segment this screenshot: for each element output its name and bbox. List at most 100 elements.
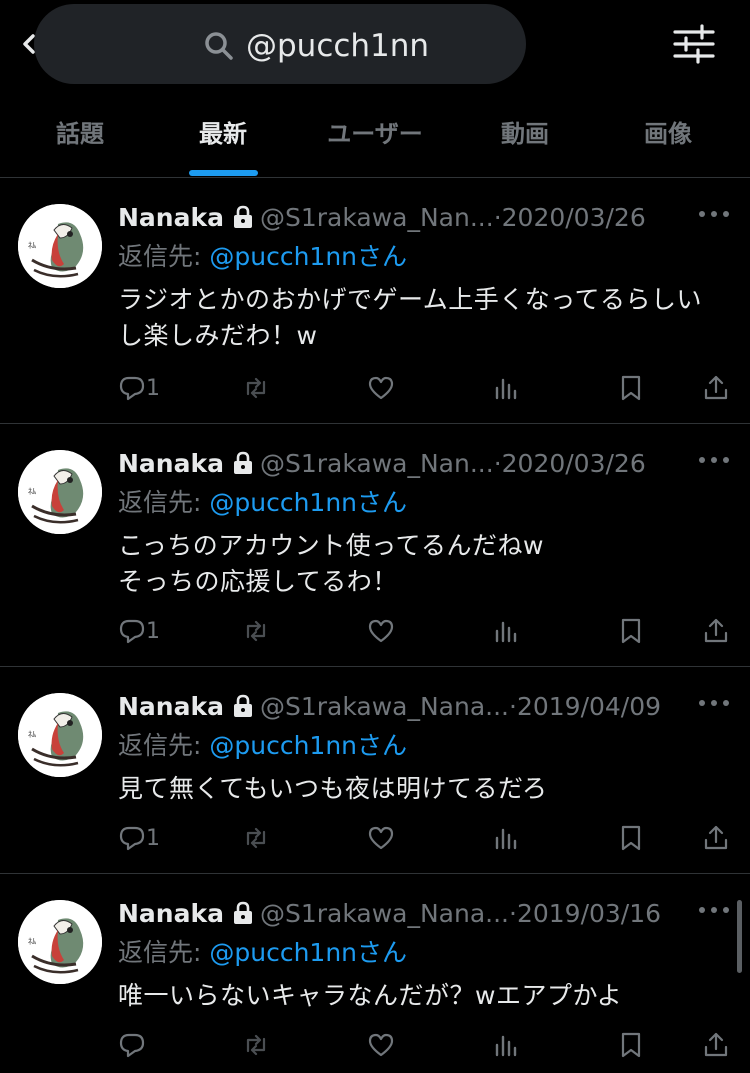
tweet-date[interactable]: 2019/03/16: [517, 899, 661, 928]
views-icon: [495, 828, 517, 850]
more-icon[interactable]: [698, 208, 730, 220]
retweet-button[interactable]: [242, 1027, 270, 1063]
author-handle[interactable]: @S1rakawa_Nan...: [260, 449, 494, 478]
retweet-button[interactable]: [242, 820, 270, 856]
share-button[interactable]: [702, 1027, 730, 1063]
author-name[interactable]: Nanaka: [118, 692, 224, 721]
author-name[interactable]: Nanaka: [118, 899, 224, 928]
author-name[interactable]: Nanaka: [118, 449, 224, 478]
tweet-date[interactable]: 2020/03/26: [502, 449, 646, 478]
author-name[interactable]: Nanaka: [118, 203, 224, 232]
bookmark-icon: [621, 618, 641, 644]
author-handle[interactable]: @S1rakawa_Nana...: [260, 692, 509, 721]
like-button[interactable]: [367, 613, 395, 649]
views-button[interactable]: [492, 370, 520, 406]
more-icon[interactable]: [698, 697, 730, 709]
reply-icon: [119, 376, 145, 401]
more-icon[interactable]: [698, 454, 730, 466]
bookmark-button[interactable]: [617, 370, 645, 406]
reply-mention[interactable]: @pucch1nnさん: [209, 938, 407, 967]
tweet[interactable]: ﾈﾑ Nanaka @S1rakawa_Nana...·2019/03/16 返信…: [0, 874, 750, 1073]
reply-prefix: 返信先:: [118, 488, 210, 517]
tweet-text: ラジオとかのおかげでゲーム上手くなってるらしい し楽しみだわ！w: [118, 282, 728, 354]
tweet-text: 見て無くてもいつも夜は明けてるだろ: [118, 771, 728, 807]
reply-button[interactable]: 1: [118, 370, 160, 406]
retweet-icon: [246, 620, 266, 642]
reply-mention[interactable]: @pucch1nnさん: [209, 242, 407, 271]
share-icon: [704, 1032, 728, 1057]
tweet[interactable]: ﾈﾑ Nanaka @S1rakawa_Nana...·2019/04/09 返信…: [0, 667, 750, 874]
views-button[interactable]: [492, 613, 520, 649]
separator-dot: ·: [509, 692, 517, 721]
lock-icon: [233, 694, 252, 717]
lock-icon: [233, 901, 252, 924]
tweet-text: こっちのアカウント使ってるんだねw そっちの応援してるわ！: [118, 528, 728, 600]
tweet[interactable]: ﾈﾑ Nanaka @S1rakawa_Nan...·2020/03/26 返信先…: [0, 424, 750, 667]
tweet-text-line: こっちのアカウント使ってるんだねw: [118, 531, 544, 560]
tweet-date[interactable]: 2019/04/09: [517, 692, 661, 721]
reply-context: 返信先: @pucch1nnさん: [118, 729, 407, 763]
bookmark-button[interactable]: [617, 613, 645, 649]
tweet-text-line: 唯一いらないキャラなんだが？wエアプかよ: [118, 981, 623, 1010]
like-icon: [368, 619, 394, 643]
avatar[interactable]: ﾈﾑ: [18, 450, 102, 534]
bookmark-icon: [621, 375, 641, 401]
retweet-icon: [246, 377, 266, 399]
reply-button[interactable]: 1: [118, 820, 160, 856]
tweet-actions: 1: [0, 820, 750, 856]
like-button[interactable]: [367, 370, 395, 406]
views-button[interactable]: [492, 820, 520, 856]
reply-prefix: 返信先:: [118, 938, 210, 967]
share-button[interactable]: [702, 370, 730, 406]
reply-mention[interactable]: @pucch1nnさん: [209, 488, 407, 517]
avatar[interactable]: ﾈﾑ: [18, 900, 102, 984]
reply-context: 返信先: @pucch1nnさん: [118, 486, 407, 520]
scrollbar[interactable]: [737, 900, 742, 973]
tweet-header: Nanaka @S1rakawa_Nana...·2019/04/09: [118, 687, 678, 727]
avatar[interactable]: ﾈﾑ: [18, 693, 102, 777]
reply-count: 1: [146, 825, 160, 851]
retweet-icon: [246, 827, 266, 849]
svg-text:ﾈﾑ: ﾈﾑ: [28, 487, 36, 496]
avatar[interactable]: ﾈﾑ: [18, 204, 102, 288]
tab-users[interactable]: ユーザー: [300, 112, 450, 156]
retweet-button[interactable]: [242, 370, 270, 406]
avatar-image: ﾈﾑ: [18, 204, 102, 288]
author-handle[interactable]: @S1rakawa_Nan...: [260, 203, 494, 232]
tweet[interactable]: ﾈﾑ Nanaka @S1rakawa_Nan...·2020/03/26 返信先…: [0, 178, 750, 424]
reply-mention[interactable]: @pucch1nnさん: [209, 731, 407, 760]
more-icon[interactable]: [698, 904, 730, 916]
reply-icon: [119, 619, 145, 644]
search-input[interactable]: @pucch1nn: [34, 4, 526, 84]
tab-latest[interactable]: 最新: [163, 112, 283, 156]
tab-topics[interactable]: 話題: [20, 112, 140, 156]
svg-text:ﾈﾑ: ﾈﾑ: [28, 241, 36, 250]
retweet-button[interactable]: [242, 613, 270, 649]
separator-dot: ·: [493, 203, 502, 232]
reply-icon: [119, 1033, 145, 1058]
views-button[interactable]: [492, 1027, 520, 1063]
bookmark-button[interactable]: [617, 820, 645, 856]
separator-dot: ·: [509, 899, 517, 928]
filter-icon[interactable]: [672, 24, 716, 64]
tab-images[interactable]: 画像: [608, 112, 728, 156]
like-icon: [368, 1033, 394, 1057]
author-handle[interactable]: @S1rakawa_Nana...: [260, 899, 509, 928]
like-button[interactable]: [367, 1027, 395, 1063]
reply-button[interactable]: 1: [118, 613, 160, 649]
svg-text:ﾈﾑ: ﾈﾑ: [28, 937, 36, 946]
reply-button[interactable]: [118, 1027, 146, 1063]
reply-context: 返信先: @pucch1nnさん: [118, 936, 407, 970]
share-button[interactable]: [702, 820, 730, 856]
tab-videos[interactable]: 動画: [465, 112, 585, 156]
like-button[interactable]: [367, 820, 395, 856]
bookmark-button[interactable]: [617, 1027, 645, 1063]
share-icon: [704, 825, 728, 850]
share-button[interactable]: [702, 613, 730, 649]
reply-icon: [119, 826, 145, 851]
tweet-text-line: し楽しみだわ！w: [118, 321, 318, 350]
tweet-date[interactable]: 2020/03/26: [502, 203, 646, 232]
reply-prefix: 返信先:: [118, 242, 210, 271]
tweet-header: Nanaka @S1rakawa_Nan...·2020/03/26: [118, 198, 678, 238]
search-icon: [205, 32, 233, 60]
